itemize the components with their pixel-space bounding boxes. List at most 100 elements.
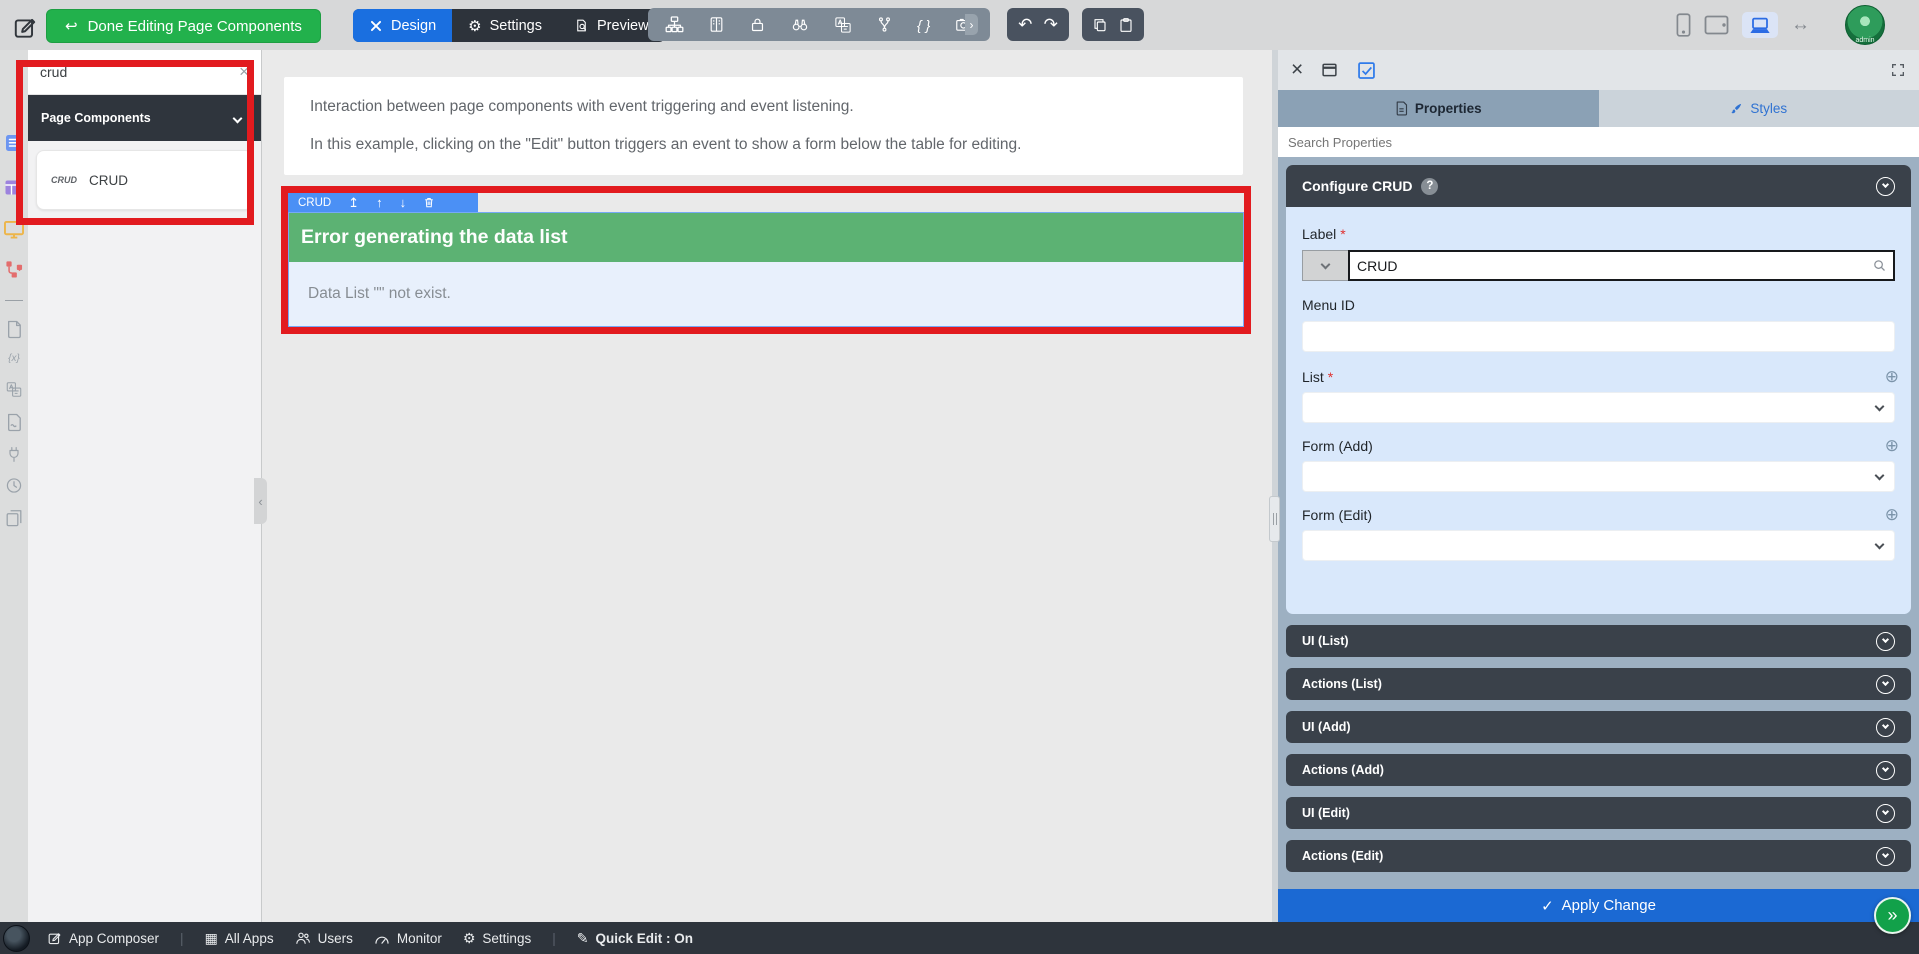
process-flow-icon[interactable] <box>5 260 24 278</box>
redo-icon[interactable]: ↷ <box>1044 16 1058 33</box>
copy-icon[interactable] <box>1092 17 1108 33</box>
close-panel-icon[interactable]: × <box>1291 58 1303 82</box>
page-icon[interactable] <box>6 320 22 339</box>
add-form-edit-icon[interactable]: ⊕ <box>1885 506 1899 523</box>
selected-checkbox-icon[interactable] <box>1356 60 1377 81</box>
lookup-icon[interactable] <box>1872 258 1887 273</box>
tab-properties[interactable]: Properties <box>1278 90 1599 127</box>
history-clock-icon[interactable] <box>6 477 23 494</box>
app-root: ↩ Done Editing Page Components Design ⚙ … <box>0 0 1919 954</box>
component-list: CRUD CRUD <box>28 141 261 219</box>
help-icon[interactable]: ? <box>1421 177 1439 195</box>
form-builder-blue-icon[interactable] <box>5 134 23 152</box>
tablet-icon[interactable] <box>1704 15 1729 35</box>
bottom-item-quick-edit[interactable]: ✎ Quick Edit : On <box>577 931 693 946</box>
move-top-icon[interactable]: ↥ <box>348 195 359 211</box>
form-add-select[interactable] <box>1302 461 1895 492</box>
menu-id-input[interactable] <box>1302 321 1895 352</box>
form-builder-icon[interactable] <box>708 16 725 33</box>
sitemap-icon[interactable] <box>665 15 684 34</box>
gauge-icon <box>374 932 390 945</box>
chevron-down-icon <box>232 113 243 123</box>
panel-icon-row: × <box>1278 50 1919 90</box>
braces-icon[interactable]: { } <box>917 18 930 32</box>
branch-icon[interactable] <box>876 16 893 33</box>
page-components-header[interactable]: Page Components <box>28 95 261 141</box>
responsive-width-icon[interactable]: ↔ <box>1791 14 1810 36</box>
intro-paragraph-2: In this example, clicking on the "Edit" … <box>310 136 1022 153</box>
done-editing-button[interactable]: ↩ Done Editing Page Components <box>46 9 321 43</box>
menu-id-field-label: Menu ID <box>1302 297 1355 313</box>
toolbar-overflow-chevron[interactable]: › <box>965 14 978 35</box>
section-ui-edit[interactable]: UI (Edit) <box>1286 797 1911 829</box>
tab-settings[interactable]: ⚙ Settings <box>452 9 558 42</box>
clear-search-icon[interactable]: × <box>239 62 249 82</box>
crud-component[interactable]: CRUD ↥ ↑ ↓ Error generating the data lis… <box>288 193 1244 327</box>
desktop-icon[interactable] <box>1742 12 1778 38</box>
design-icon <box>370 20 382 31</box>
compose-icon <box>47 931 62 946</box>
expand-section-icon <box>1876 760 1895 780</box>
paste-icon[interactable] <box>1118 17 1134 33</box>
apply-change-button[interactable]: ✓ Apply Change <box>1278 889 1919 922</box>
section-actions-edit[interactable]: Actions (Edit) <box>1286 840 1911 872</box>
next-step-fab[interactable]: » <box>1874 897 1911 934</box>
delete-icon[interactable] <box>423 196 435 209</box>
label-input[interactable] <box>1348 250 1895 281</box>
form-edit-select[interactable] <box>1302 530 1895 561</box>
bottom-item-users[interactable]: Users <box>295 931 353 946</box>
bottom-item-all-apps[interactable]: ▦ All Apps <box>205 931 274 946</box>
expand-section-icon <box>1876 803 1895 823</box>
bottom-item-app-composer[interactable]: App Composer <box>47 931 159 946</box>
tab-styles[interactable]: Styles <box>1598 90 1919 127</box>
move-down-icon[interactable]: ↓ <box>400 195 407 210</box>
crud-component-toolbar: CRUD ↥ ↑ ↓ <box>288 193 478 212</box>
back-arrow-icon: ↩ <box>65 18 78 35</box>
undo-icon[interactable]: ↶ <box>1018 16 1032 33</box>
label-field-label: Label * <box>1302 226 1346 242</box>
popout-window-icon[interactable] <box>1320 61 1339 79</box>
bottom-item-monitor[interactable]: Monitor <box>374 931 442 946</box>
add-list-icon[interactable]: ⊕ <box>1885 368 1899 385</box>
sidebar-collapse-handle[interactable]: ‹ <box>254 478 267 524</box>
move-up-icon[interactable]: ↑ <box>376 195 383 210</box>
section-actions-add[interactable]: Actions (Add) <box>1286 754 1911 786</box>
script-file-icon[interactable] <box>6 413 22 432</box>
plugin-icon[interactable] <box>6 445 22 464</box>
component-sidebar: × Page Components CRUD CRUD <box>28 50 262 922</box>
avatar[interactable]: admin <box>1845 5 1885 45</box>
component-search-input[interactable] <box>40 64 240 80</box>
section-ui-add[interactable]: UI (Add) <box>1286 711 1911 743</box>
builder-tool-bar: { } <box>648 8 991 41</box>
grid-icon: ▦ <box>204 930 218 946</box>
list-select[interactable] <box>1302 392 1895 423</box>
properties-search-input[interactable] <box>1278 127 1919 157</box>
add-form-add-icon[interactable]: ⊕ <box>1885 437 1899 454</box>
compose-icon[interactable] <box>12 15 38 41</box>
styles-brush-icon <box>1731 103 1742 114</box>
label-variable-dropdown[interactable] <box>1302 250 1348 281</box>
collapse-section-icon[interactable] <box>1876 176 1895 196</box>
userview-monitor-icon[interactable] <box>4 220 25 239</box>
pages-template-icon[interactable] <box>6 509 23 527</box>
section-actions-list[interactable]: Actions (List) <box>1286 668 1911 700</box>
strip-translate-icon[interactable] <box>6 381 23 398</box>
panel-resize-handle[interactable] <box>1269 496 1280 542</box>
form-edit-field-label: Form (Edit) <box>1302 506 1372 523</box>
component-item-crud[interactable]: CRUD CRUD <box>36 150 253 210</box>
translate-icon[interactable] <box>834 16 852 34</box>
configure-crud-header[interactable]: Configure CRUD ? <box>1286 165 1911 207</box>
list-field-header: List * ⊕ <box>1302 368 1899 385</box>
preview-icon <box>577 19 587 32</box>
binoculars-icon[interactable] <box>790 16 810 33</box>
tab-design[interactable]: Design <box>353 9 453 42</box>
joget-logo[interactable] <box>3 924 30 952</box>
datalist-purple-icon[interactable] <box>5 180 23 195</box>
lock-icon[interactable] <box>749 16 766 33</box>
form-add-field-header: Form (Add) ⊕ <box>1302 437 1899 454</box>
mobile-icon[interactable] <box>1676 12 1691 38</box>
variable-icon[interactable]: {x} <box>8 353 20 364</box>
bottom-item-settings[interactable]: ⚙ Settings <box>463 931 531 946</box>
fullscreen-icon[interactable] <box>1890 62 1906 78</box>
section-ui-list[interactable]: UI (List) <box>1286 625 1911 657</box>
